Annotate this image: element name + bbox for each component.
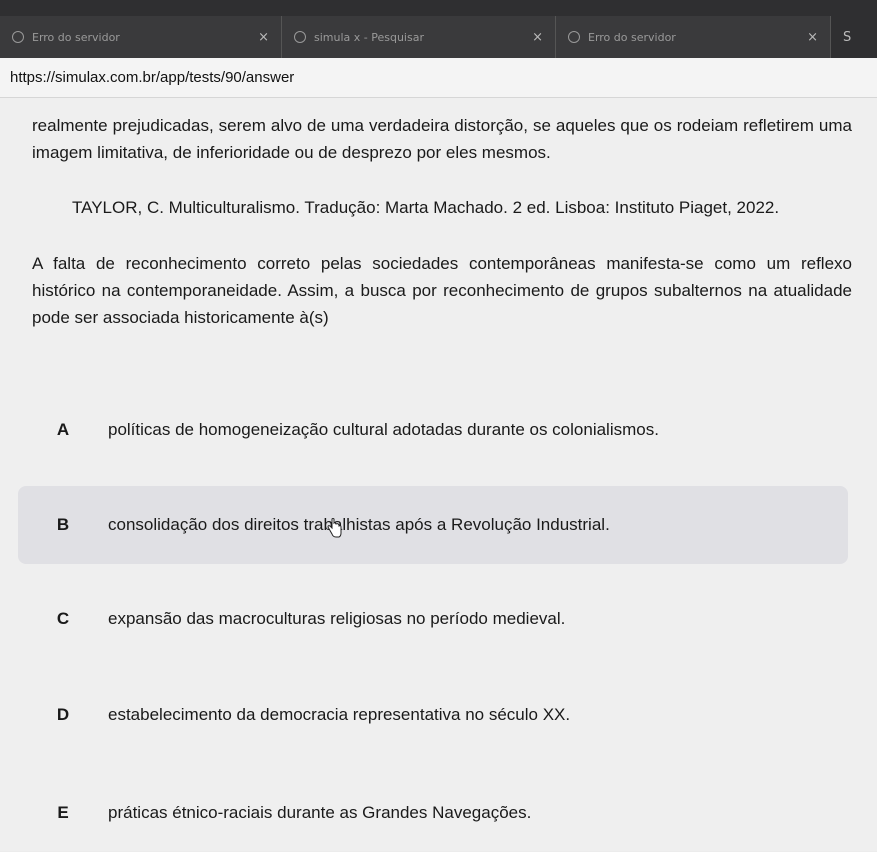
close-icon[interactable]: ×: [807, 30, 818, 45]
option-letter: E: [57, 803, 69, 822]
tab-title: simula x - Pesquisar: [314, 30, 424, 44]
search-icon: [294, 31, 306, 43]
globe-icon: [568, 31, 580, 43]
browser-tab[interactable]: Erro do servidor ×: [556, 16, 831, 58]
question-excerpt: realmente prejudicadas, serem alvo de um…: [32, 116, 852, 162]
close-icon[interactable]: ×: [258, 30, 269, 45]
question-prompt: A falta de reconhecimento correto pelas …: [32, 254, 852, 327]
option-letter: C: [56, 609, 70, 628]
tab-title: Erro do servidor: [588, 30, 676, 44]
tab-overflow[interactable]: S: [831, 16, 877, 58]
warning-icon: [12, 31, 24, 43]
browser-tab-bar: Erro do servidor × simula x - Pesquisar …: [0, 0, 877, 58]
hand-cursor-icon: [327, 518, 342, 538]
option-e[interactable]: E práticas étnico-raciais durante as Gra…: [18, 774, 848, 852]
option-letter: A: [56, 420, 70, 439]
address-bar[interactable]: https://simulax.com.br/app/tests/90/answ…: [0, 58, 877, 98]
tab-overflow-label: S: [843, 29, 852, 45]
question-page: realmente prejudicadas, serem alvo de um…: [0, 98, 877, 851]
browser-tab[interactable]: simula x - Pesquisar ×: [282, 16, 556, 58]
option-text: consolidação dos direitos trabalhistas a…: [108, 515, 610, 534]
option-text: políticas de homogeneização cultural ado…: [108, 420, 659, 439]
option-d[interactable]: D estabelecimento da democracia represen…: [18, 676, 848, 754]
option-b[interactable]: B consolidação dos direitos trabalhistas…: [18, 486, 848, 564]
option-text: estabelecimento da democracia representa…: [108, 705, 571, 724]
option-c[interactable]: C expansão das macroculturas religiosas …: [18, 580, 848, 658]
close-icon[interactable]: ×: [532, 30, 543, 45]
tab-title: Erro do servidor: [32, 30, 120, 44]
url-text[interactable]: https://simulax.com.br/app/tests/90/answ…: [10, 69, 294, 86]
browser-tab[interactable]: Erro do servidor ×: [0, 16, 282, 58]
option-text: expansão das macroculturas religiosas no…: [108, 609, 566, 628]
question-reference: TAYLOR, C. Multiculturalismo. Tradução: …: [72, 198, 780, 217]
option-a[interactable]: A políticas de homogeneização cultural a…: [18, 391, 848, 469]
option-letter: B: [56, 515, 70, 534]
option-letter: D: [56, 705, 70, 724]
option-text: práticas étnico-raciais durante as Grand…: [108, 803, 532, 822]
